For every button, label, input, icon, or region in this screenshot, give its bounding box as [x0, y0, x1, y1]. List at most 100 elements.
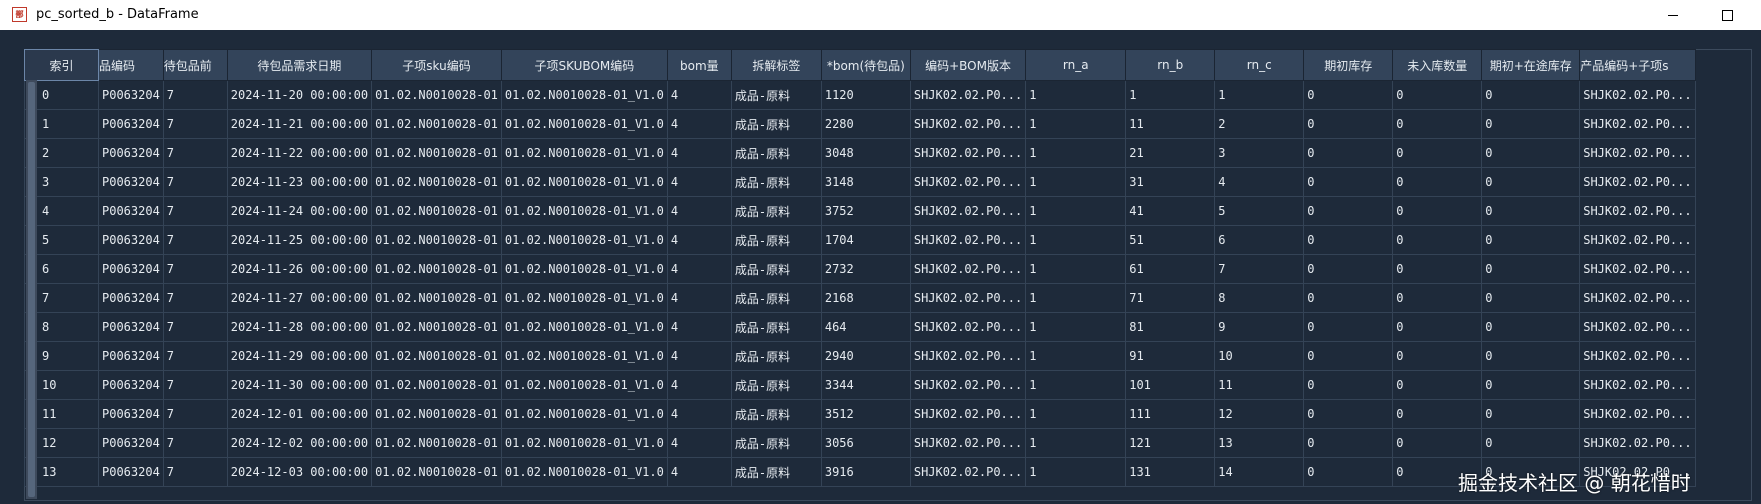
table-cell[interactable]: 21 — [1125, 138, 1216, 168]
table-cell[interactable]: 01.02.N0010028-01_V1.0 — [500, 283, 668, 313]
table-cell[interactable]: 1 — [1214, 80, 1305, 110]
table-cell[interactable]: 01.02.N0010028-01_V1.0 — [500, 138, 668, 168]
table-cell[interactable]: 0 — [1303, 283, 1394, 313]
table-cell[interactable]: 2940 — [820, 341, 911, 371]
table-cell[interactable]: 7 — [162, 80, 228, 110]
table-cell[interactable]: 3752 — [820, 196, 911, 226]
column-header[interactable]: *bom(待包品) — [820, 49, 911, 81]
table-cell[interactable]: 7 — [162, 312, 228, 342]
table-cell[interactable]: 1 — [1025, 283, 1127, 313]
table-cell[interactable]: 成品-原料 — [730, 283, 822, 313]
table-cell[interactable]: 7 — [162, 109, 228, 139]
table-cell[interactable]: SHJK02.02.P0... — [1579, 312, 1696, 342]
table-cell[interactable]: 4 — [666, 80, 732, 110]
table-cell[interactable]: P0063204 — [98, 138, 164, 168]
table-cell[interactable]: SHJK02.02.P0... — [909, 341, 1027, 371]
table-cell[interactable]: 0 — [1303, 254, 1394, 284]
table-row[interactable]: 13 P0063204 7 2024-12-03 00:00:00 01.02.N001… — [24, 457, 1696, 487]
table-cell[interactable]: P0063204 — [98, 254, 164, 284]
table-cell[interactable]: 01.02.N0010028-01_V1.0 — [500, 225, 668, 255]
table-cell[interactable]: 121 — [1125, 428, 1216, 458]
table-cell[interactable]: 01.02.N0010028-01_V1.0 — [500, 80, 668, 110]
table-cell[interactable]: 01.02.N0010028-01 — [371, 138, 502, 168]
table-cell[interactable]: 2732 — [820, 254, 911, 284]
table-cell[interactable]: P0063204 — [98, 80, 164, 110]
table-cell[interactable]: 0 — [1303, 428, 1394, 458]
table-cell[interactable]: 11 — [1214, 370, 1305, 400]
table-cell[interactable]: 01.02.N0010028-01 — [371, 457, 502, 487]
table-cell[interactable]: 13 — [1214, 428, 1305, 458]
table-cell[interactable]: 0 — [1303, 399, 1394, 429]
table-cell[interactable]: 101 — [1125, 370, 1216, 400]
table-cell[interactable]: 成品-原料 — [730, 312, 822, 342]
table-cell[interactable]: 01.02.N0010028-01 — [371, 225, 502, 255]
table-cell[interactable]: 464 — [820, 312, 911, 342]
table-cell[interactable]: 2024-11-24 00:00:00 — [226, 196, 373, 226]
table-cell[interactable]: 4 — [666, 283, 732, 313]
table-cell[interactable]: 31 — [1125, 167, 1216, 197]
table-cell[interactable]: 1 — [1025, 428, 1127, 458]
table-cell[interactable]: 1120 — [820, 80, 911, 110]
table-row[interactable]: 3 P0063204 7 2024-11-23 00:00:00 01.02.N0010… — [24, 167, 1696, 197]
table-cell[interactable]: 0 — [1392, 370, 1483, 400]
table-cell[interactable]: 01.02.N0010028-01_V1.0 — [500, 457, 668, 487]
table-cell[interactable]: 01.02.N0010028-01_V1.0 — [500, 428, 668, 458]
table-cell[interactable]: 0 — [1392, 283, 1483, 313]
table-cell[interactable]: 0 — [1392, 312, 1483, 342]
table-cell[interactable]: 0 — [1392, 109, 1483, 139]
table-cell[interactable]: 成品-原料 — [730, 109, 822, 139]
table-cell[interactable]: 1 — [1025, 341, 1127, 371]
table-cell[interactable]: 0 — [1303, 167, 1394, 197]
table-cell[interactable]: 01.02.N0010028-01_V1.0 — [500, 167, 668, 197]
table-cell[interactable]: 4 — [666, 225, 732, 255]
table-cell[interactable]: 成品-原料 — [730, 457, 822, 487]
table-row[interactable]: 7 P0063204 7 2024-11-27 00:00:00 01.02.N0010… — [24, 283, 1696, 313]
table-cell[interactable]: 0 — [1481, 109, 1581, 139]
table-cell[interactable]: 1 — [1025, 312, 1127, 342]
table-cell[interactable]: 2024-11-28 00:00:00 — [226, 312, 373, 342]
table-cell[interactable]: 01.02.N0010028-01_V1.0 — [500, 196, 668, 226]
table-cell[interactable]: 4 — [666, 109, 732, 139]
table-cell[interactable]: 2024-12-02 00:00:00 — [226, 428, 373, 458]
table-cell[interactable]: 0 — [1481, 196, 1581, 226]
table-cell[interactable]: 3056 — [820, 428, 911, 458]
table-cell[interactable]: 111 — [1125, 399, 1216, 429]
table-cell[interactable]: 0 — [1303, 80, 1394, 110]
table-cell[interactable]: 51 — [1125, 225, 1216, 255]
table-cell[interactable]: 4 — [666, 399, 732, 429]
table-cell[interactable]: 0 — [1303, 196, 1394, 226]
table-cell[interactable]: 7 — [162, 283, 228, 313]
table-cell[interactable]: SHJK02.02.P0... — [1579, 167, 1696, 197]
column-header[interactable]: 期初库存 — [1303, 49, 1394, 81]
table-row[interactable]: 8 P0063204 7 2024-11-28 00:00:00 01.02.N0010… — [24, 312, 1696, 342]
table-cell[interactable]: 01.02.N0010028-01 — [371, 109, 502, 139]
table-cell[interactable]: SHJK02.02.P0... — [1579, 399, 1696, 429]
table-cell[interactable]: P0063204 — [98, 225, 164, 255]
vertical-scrollbar[interactable] — [26, 80, 37, 499]
table-cell[interactable]: 0 — [1303, 138, 1394, 168]
table-cell[interactable]: 11 — [1125, 109, 1216, 139]
column-header[interactable]: rn_a — [1025, 49, 1127, 81]
table-cell[interactable]: 4 — [666, 196, 732, 226]
table-cell[interactable]: 2 — [1214, 109, 1305, 139]
table-cell[interactable]: 2024-11-22 00:00:00 — [226, 138, 373, 168]
table-cell[interactable]: 8 — [1214, 283, 1305, 313]
table-cell[interactable]: 2024-11-29 00:00:00 — [226, 341, 373, 371]
table-cell[interactable]: 1 — [1025, 109, 1127, 139]
table-cell[interactable]: 4 — [666, 312, 732, 342]
table-cell[interactable]: 成品-原料 — [730, 138, 822, 168]
table-cell[interactable]: 0 — [1481, 370, 1581, 400]
table-cell[interactable]: 2280 — [820, 109, 911, 139]
table-cell[interactable]: 2024-11-25 00:00:00 — [226, 225, 373, 255]
table-cell[interactable]: 4 — [666, 167, 732, 197]
table-cell[interactable]: 01.02.N0010028-01_V1.0 — [500, 312, 668, 342]
table-cell[interactable]: 2168 — [820, 283, 911, 313]
table-cell[interactable]: SHJK02.02.P0... — [1579, 254, 1696, 284]
table-cell[interactable]: 4 — [666, 341, 732, 371]
column-header[interactable]: 待包品需求日期 — [226, 49, 373, 81]
table-cell[interactable]: 2024-11-26 00:00:00 — [226, 254, 373, 284]
table-cell[interactable]: 61 — [1125, 254, 1216, 284]
table-cell[interactable]: 7 — [162, 225, 228, 255]
table-cell[interactable]: 1704 — [820, 225, 911, 255]
table-cell[interactable]: 10 — [1214, 341, 1305, 371]
